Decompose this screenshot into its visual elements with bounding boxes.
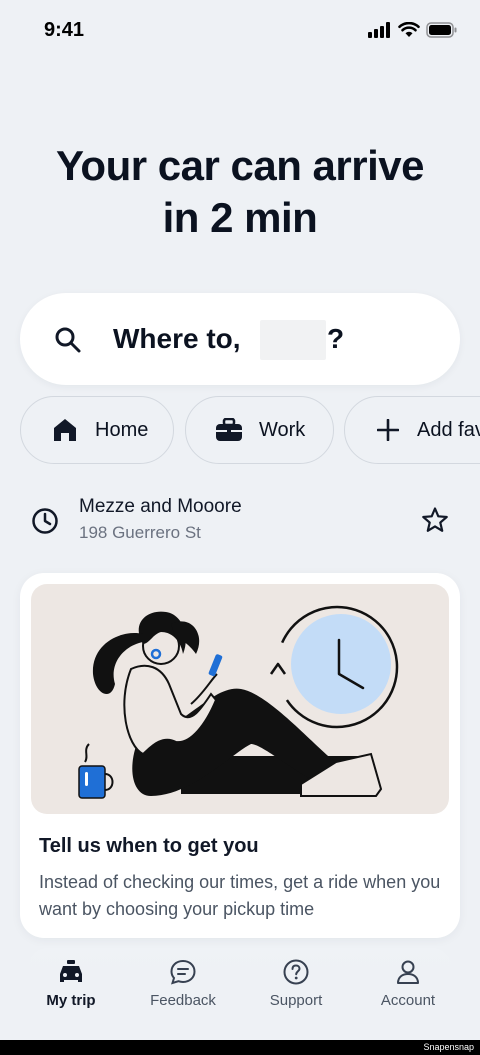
tab-support-label: Support xyxy=(269,992,323,1009)
tab-support[interactable]: Support xyxy=(246,958,346,1009)
work-chip[interactable]: Work xyxy=(185,396,334,464)
status-icons xyxy=(368,22,458,38)
title-line-2: in 2 min xyxy=(162,194,318,241)
status-time: 9:41 xyxy=(44,19,85,41)
status-bar: 9:41 xyxy=(0,0,480,62)
promo-body: Instead of checking our times, get a rid… xyxy=(39,872,441,919)
promo-illustration xyxy=(31,584,449,814)
plus-icon xyxy=(377,419,399,441)
recent-destination-row[interactable]: Mezze and Mooore 198 Guerrero St xyxy=(0,486,480,556)
promo-title: Tell us when to get you xyxy=(39,835,259,857)
schedule-ride-promo-card[interactable]: Tell us when to get you Instead of check… xyxy=(20,573,460,938)
tab-my-trip-label: My trip xyxy=(46,992,96,1009)
bottom-black-strip xyxy=(0,1040,480,1055)
tab-account-label: Account xyxy=(380,992,436,1009)
watermark-text: Snapensnap xyxy=(423,1042,474,1052)
title-line-1: Your car can arrive xyxy=(56,142,424,189)
search-suffix: ? xyxy=(327,323,345,354)
add-favorite-chip-label: Add fav xyxy=(417,418,480,441)
recent-destination-name: Mezze and Mooore xyxy=(79,496,242,517)
recent-destination-address: 198 Guerrero St xyxy=(79,523,201,542)
tab-account[interactable]: Account xyxy=(358,958,458,1009)
briefcase-icon xyxy=(216,418,242,441)
woman-waiting-with-phone-illustration xyxy=(78,605,399,799)
clock-icon xyxy=(32,508,58,534)
user-icon xyxy=(397,960,419,984)
home-chip[interactable]: Home xyxy=(20,396,174,464)
battery-icon xyxy=(426,22,457,38)
car-icon xyxy=(60,960,82,982)
chat-icon xyxy=(170,959,196,985)
tab-feedback-label: Feedback xyxy=(150,992,216,1009)
bottom-tab-bar: My trip Feedback Support Account xyxy=(0,946,480,1040)
star-icon[interactable] xyxy=(421,506,449,534)
redacted-user-name xyxy=(260,320,326,360)
help-icon xyxy=(283,959,309,985)
tab-feedback[interactable]: Feedback xyxy=(133,958,233,1009)
home-chip-label: Home xyxy=(95,418,149,441)
cellular-signal-icon xyxy=(368,22,390,38)
page-title: Your car can arrive in 2 min xyxy=(0,140,480,244)
where-to-search-button[interactable]: Where to, ? xyxy=(20,293,460,385)
add-favorite-chip[interactable]: Add fav xyxy=(344,396,480,464)
work-chip-label: Work xyxy=(259,418,306,441)
wifi-icon xyxy=(398,22,420,37)
saved-places-row: Home Work Add fav xyxy=(0,396,480,464)
search-prompt: Where to, xyxy=(113,323,241,354)
home-icon xyxy=(54,419,76,441)
search-icon xyxy=(55,327,81,353)
tab-my-trip[interactable]: My trip xyxy=(21,958,121,1009)
